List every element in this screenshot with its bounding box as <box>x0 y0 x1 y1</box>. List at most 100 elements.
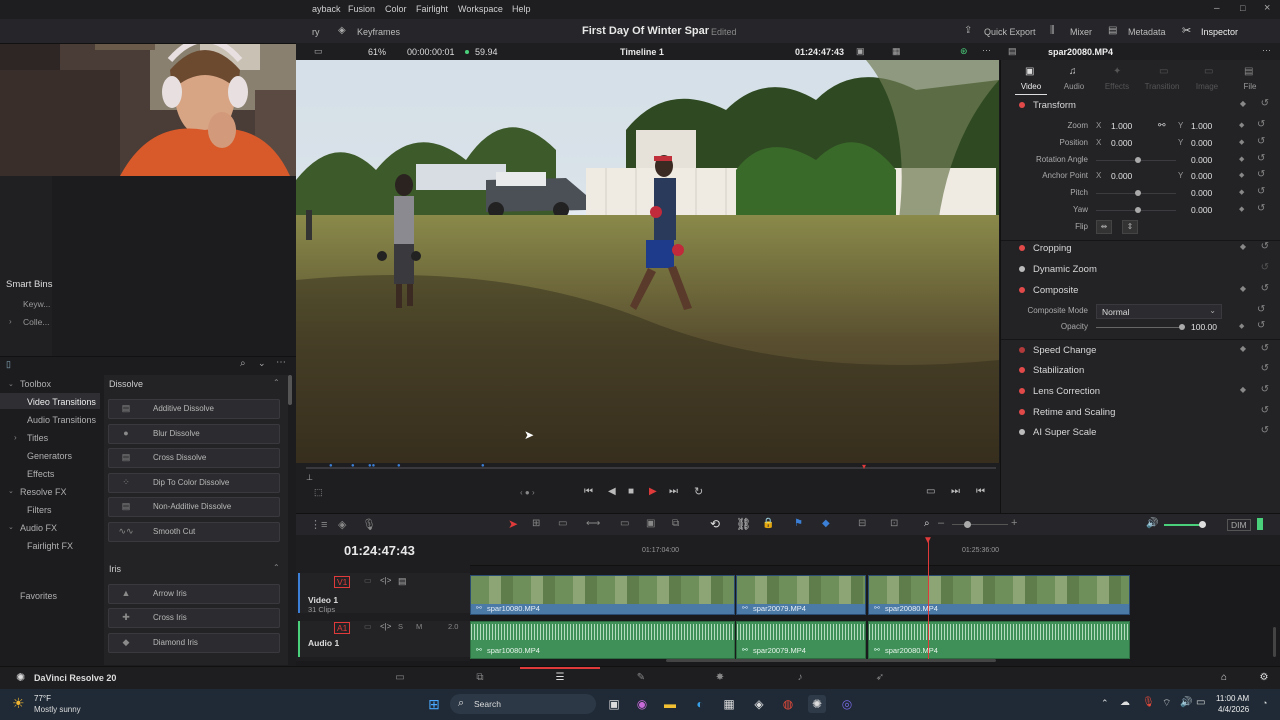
enable-dot[interactable] <box>1019 245 1025 251</box>
wifi-icon[interactable]: ⌔ <box>1162 697 1171 710</box>
minimize-icon[interactable]: – <box>1214 3 1220 14</box>
chevron-down-icon[interactable]: ⌄ <box>8 487 14 495</box>
reset-icon[interactable]: ↺ <box>1261 98 1269 109</box>
blade-tool-icon[interactable]: ⟷ <box>586 518 600 529</box>
video-clip[interactable]: ⚯ spar20080.MP4 <box>868 575 1130 615</box>
playhead-handle-icon[interactable]: ▼ <box>923 535 933 546</box>
chevron-down-icon[interactable]: ⌄ <box>8 523 14 531</box>
a1-track-toggle[interactable]: A1 <box>334 622 351 634</box>
keyframe-icon[interactable]: ◆ <box>1239 138 1244 146</box>
enable-dot[interactable] <box>1019 367 1025 373</box>
reset-icon[interactable]: ↺ <box>1261 262 1269 273</box>
timeline-name[interactable]: Timeline 1 <box>620 47 664 57</box>
position-x-field[interactable]: 0.000 <box>1111 138 1132 148</box>
keyframe-icon[interactable]: ◆ <box>1240 344 1246 353</box>
zoom-x-field[interactable]: 1.000 <box>1111 121 1132 131</box>
audio-meter-icon[interactable]: 🎙 <box>362 518 376 531</box>
metadata-button[interactable]: Metadata <box>1128 27 1166 37</box>
tray-mic-icon[interactable]: 🎙 <box>1142 697 1155 708</box>
settings-icon[interactable]: ⚙ <box>1258 672 1270 684</box>
link-icon[interactable]: ⚯ <box>1158 120 1166 131</box>
enable-dot[interactable] <box>1019 388 1025 394</box>
section-speed-change[interactable]: Speed Change ◆ ↺ <box>1001 341 1280 360</box>
viewer-frame[interactable]: ➤ <box>296 60 999 463</box>
tab-effects[interactable]: Effects <box>1095 82 1139 91</box>
enable-dot[interactable] <box>1019 429 1025 435</box>
panel-more-icon[interactable]: ⋯ <box>276 357 286 368</box>
viewer-zoom[interactable]: 61% <box>368 47 386 57</box>
replace-icon[interactable]: ⧉ <box>672 518 679 529</box>
flip-horizontal-icon[interactable]: ⇹ <box>1096 220 1112 234</box>
next-clip-icon[interactable]: ⏭ <box>951 486 960 497</box>
edit-page-icon[interactable]: ☰ <box>554 672 566 684</box>
playhead[interactable] <box>928 539 929 661</box>
enable-dot[interactable] <box>1019 409 1025 415</box>
chevron-down-icon[interactable]: ⌄ <box>258 358 266 369</box>
transition-smooth-cut[interactable]: ∿∿ Smooth Cut <box>108 522 280 542</box>
monitor-icon[interactable]: ▤ <box>398 576 407 587</box>
toolbox-item-audio-fx[interactable]: Audio FX <box>20 523 57 533</box>
tab-video[interactable]: Video <box>1009 82 1053 91</box>
slider-knob[interactable] <box>1199 521 1206 528</box>
chrome-icon[interactable]: ◍ <box>779 695 797 713</box>
zoom-icon[interactable]: ⌕ <box>924 518 930 529</box>
stop-icon[interactable]: ■ <box>628 486 634 497</box>
weather-temp[interactable]: 77°F <box>34 694 51 703</box>
fusion-page-icon[interactable]: ✎ <box>635 672 647 684</box>
file-explorer-icon[interactable]: ▬ <box>661 695 679 713</box>
keyframe-icon[interactable]: ◆ <box>1239 322 1244 330</box>
loop-icon[interactable]: ↻ <box>694 485 703 498</box>
tray-chevron-up-icon[interactable]: ⌃ <box>1101 698 1109 709</box>
lock-icon[interactable]: ▭ <box>364 576 372 585</box>
speaker-icon[interactable]: 🔊 <box>1146 518 1158 529</box>
menu-fairlight[interactable]: Fairlight <box>416 4 448 14</box>
toolbox-item-titles[interactable]: Titles <box>27 433 48 443</box>
toolbox-item-favorites[interactable]: Favorites <box>20 591 57 601</box>
battery-icon[interactable]: ▭ <box>1196 697 1205 708</box>
panel-toggle-icon[interactable]: ▯ <box>6 359 11 370</box>
keyframe-icon[interactable]: ◆ <box>1240 242 1246 251</box>
deliver-page-icon[interactable]: ➶ <box>874 672 886 684</box>
reset-icon[interactable]: ↺ <box>1261 384 1269 395</box>
app-icon[interactable]: ◈ <box>750 695 768 713</box>
zoom-fit-icon[interactable]: ⊟ <box>858 518 866 529</box>
reset-icon[interactable]: ↺ <box>1261 343 1269 354</box>
timeline-timecode[interactable]: 01:24:47:43 <box>344 543 415 558</box>
skip-end-icon[interactable]: ⏭ <box>669 486 678 497</box>
transition-cross-dissolve[interactable]: ▤ Cross Dissolve <box>108 448 280 468</box>
edge-icon[interactable]: ◐ <box>691 695 709 713</box>
position-y-field[interactable]: 0.000 <box>1191 138 1212 148</box>
keyframe-icon[interactable]: ◆ <box>1239 205 1244 213</box>
reset-icon[interactable]: ↺ <box>1257 153 1265 164</box>
section-retime-scaling[interactable]: Retime and Scaling ↺ <box>1001 403 1280 422</box>
volume-slider[interactable] <box>1164 524 1204 526</box>
effects-scrollbar[interactable] <box>288 375 292 405</box>
play-icon[interactable]: ▶ <box>649 486 657 497</box>
layout-icon[interactable]: ⋮≡ <box>310 518 327 531</box>
zoom-in-icon[interactable]: + <box>1011 517 1017 529</box>
resolve-taskbar-icon[interactable]: ✺ <box>808 695 826 713</box>
menu-playback[interactable]: ayback <box>312 4 341 14</box>
menu-fusion[interactable]: Fusion <box>348 4 375 14</box>
rotation-field[interactable]: 0.000 <box>1191 155 1212 165</box>
enable-dot[interactable] <box>1019 347 1025 353</box>
chevron-right-icon[interactable]: › <box>14 433 17 442</box>
pitch-field[interactable]: 0.000 <box>1191 188 1212 198</box>
keyframe-icon[interactable]: ◆ <box>1240 385 1246 394</box>
notification-icon[interactable]: ◔ <box>1262 698 1267 708</box>
copilot-icon[interactable]: ◉ <box>633 695 651 713</box>
flip-vertical-icon[interactable]: ⇕ <box>1122 220 1138 234</box>
toolbox-item-generators[interactable]: Generators <box>27 451 72 461</box>
in-out-icon[interactable]: ⊥ <box>306 473 313 482</box>
viewer-options-icon[interactable]: ▣ <box>856 46 865 57</box>
section-lens-correction[interactable]: Lens Correction ◆ ↺ <box>1001 382 1280 401</box>
tab-file[interactable]: File <box>1228 82 1272 91</box>
transition-dip-to-color[interactable]: ⁘ Dip To Color Dissolve <box>108 473 280 493</box>
toolbox-item-toolbox[interactable]: Toolbox <box>20 379 51 389</box>
reset-icon[interactable]: ↺ <box>1261 283 1269 294</box>
keyframe-icon[interactable]: ◆ <box>1239 171 1244 179</box>
weather-sun-icon[interactable]: ☀ <box>12 695 25 712</box>
section-cropping[interactable]: Cropping ◆ ↺ <box>1001 239 1280 258</box>
zoom-slider[interactable] <box>952 524 1008 525</box>
transition-additive-dissolve[interactable]: ▤ Additive Dissolve <box>108 399 280 419</box>
